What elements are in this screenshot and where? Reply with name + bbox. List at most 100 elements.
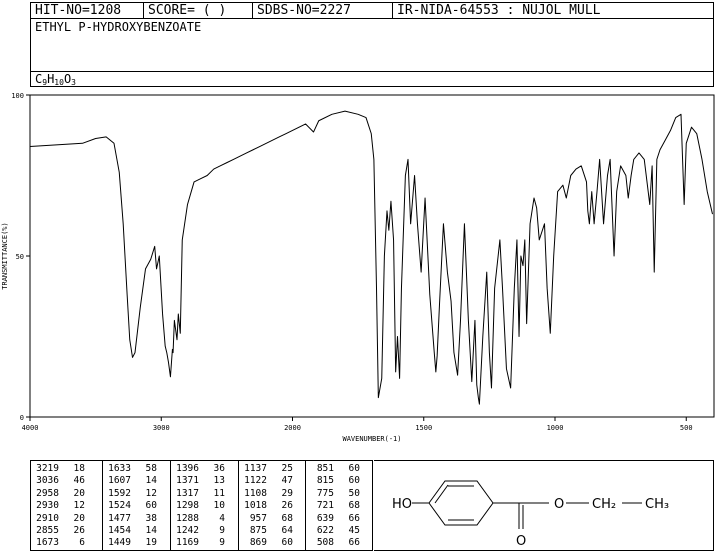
x-tick-label: 500	[680, 424, 693, 432]
peak-wavenumber: 1477	[108, 512, 131, 524]
peak-transmittance: 14	[145, 525, 157, 537]
peak-transmittance: 68	[281, 512, 293, 524]
score: SCORE= ( )	[148, 3, 227, 18]
peak-row: 1242 9	[171, 525, 238, 537]
peak-transmittance: 20	[73, 512, 85, 524]
benzene-ring	[428, 480, 494, 526]
peak-transmittance: 6	[79, 537, 85, 549]
ring-double-bond	[434, 484, 449, 504]
y-tick-label: 50	[16, 253, 24, 261]
peak-wavenumber: 1122	[244, 475, 267, 487]
peak-row: 2958 20	[31, 488, 102, 500]
peak-wavenumber: 869	[249, 537, 267, 549]
peak-column: 851 60 815 60 775 50 721 68 639 66 622 45 508 66	[306, 461, 372, 550]
peak-wavenumber: 721	[316, 500, 334, 512]
peak-row: 1169 9	[171, 537, 238, 549]
peak-wavenumber: 1288	[176, 512, 199, 524]
peak-wavenumber: 3036	[36, 475, 59, 487]
peak-row: 721 68	[306, 500, 372, 512]
peak-transmittance: 46	[73, 475, 85, 487]
peak-transmittance: 66	[348, 537, 360, 549]
peak-row: 1633 58	[103, 463, 170, 475]
peak-transmittance: 60	[348, 463, 360, 474]
peak-row: 1592 12	[103, 488, 170, 500]
peak-wavenumber: 1317	[176, 487, 199, 499]
peak-wavenumber: 957	[249, 512, 267, 524]
peak-row: 851 60	[306, 463, 372, 475]
peak-transmittance: 60	[281, 537, 293, 549]
peak-transmittance: 26	[73, 525, 85, 537]
peak-transmittance: 50	[348, 487, 360, 499]
peak-wavenumber: 639	[316, 512, 334, 524]
peak-transmittance: 29	[281, 487, 293, 499]
peak-transmittance: 11	[213, 487, 225, 499]
peak-column: 3219 18 3036 46 2958 20 2930 12 2910 20 2855 26 1673…	[31, 461, 103, 550]
peak-row: 1108 29	[239, 488, 305, 500]
peak-wavenumber: 1242	[176, 525, 199, 537]
header-panel: HIT-NO=1208 SCORE= ( ) SDBS-NO=2227 IR-N…	[30, 2, 714, 87]
peak-transmittance: 64	[281, 525, 293, 537]
peak-transmittance: 4	[219, 512, 225, 524]
peak-transmittance: 19	[145, 537, 157, 549]
peak-row: 1673 6	[31, 537, 102, 549]
peak-transmittance: 12	[73, 500, 85, 512]
peak-row: 1607 14	[103, 475, 170, 487]
peak-row: 3036 46	[31, 475, 102, 487]
methylene-label: CH₂	[592, 497, 616, 512]
compound-row: ETHYL P-HYDROXYBENZOATE	[30, 18, 714, 71]
peak-wavenumber: 815	[316, 475, 334, 487]
structure-panel: HO O O CH₂ CH₃	[374, 460, 714, 551]
ir-identifier: IR-NIDA-64553 : NUJOL MULL	[397, 3, 601, 18]
peak-transmittance: 9	[219, 537, 225, 549]
peak-transmittance: 38	[145, 512, 157, 524]
peak-row: 2930 12	[31, 500, 102, 512]
x-tick-label: 2000	[284, 424, 301, 432]
peak-row: 508 66	[306, 537, 372, 549]
peak-transmittance: 10	[213, 500, 225, 512]
peak-table: 3219 18 3036 46 2958 20 2930 12 2910 20 2855 26 1673…	[30, 460, 373, 551]
peak-row: 1454 14	[103, 525, 170, 537]
x-tick-label: 1000	[547, 424, 564, 432]
hydroxyl-label: HO	[392, 497, 412, 512]
peak-row: 869 60	[239, 537, 305, 549]
peak-row: 1298 10	[171, 500, 238, 512]
peak-transmittance: 14	[145, 475, 157, 487]
peak-row: 622 45	[306, 525, 372, 537]
peak-wavenumber: 851	[316, 463, 334, 474]
peak-wavenumber: 1169	[176, 537, 199, 549]
peak-wavenumber: 1298	[176, 500, 199, 512]
y-tick-label: 100	[11, 92, 24, 100]
peak-wavenumber: 775	[316, 487, 334, 499]
peak-column: 1633 58 1607 14 1592 12 1524 60 1477 38 1454 14 1449…	[103, 461, 171, 550]
peak-wavenumber: 1673	[36, 537, 59, 549]
hit-number: HIT-NO=1208	[35, 3, 122, 18]
y-axis-label: TRANSMITTANCE(%)	[1, 222, 9, 289]
peak-transmittance: 26	[281, 500, 293, 512]
peak-transmittance: 9	[219, 525, 225, 537]
peak-wavenumber: 1449	[108, 537, 131, 549]
peak-transmittance: 36	[213, 463, 225, 474]
peak-wavenumber: 2958	[36, 487, 59, 499]
peak-transmittance: 12	[145, 487, 157, 499]
peak-wavenumber: 1633	[108, 463, 131, 474]
peak-wavenumber: 1524	[108, 500, 131, 512]
peak-row: 1524 60	[103, 500, 170, 512]
ir-spectrum-chart: 4000 3000 2000 1500 1000 500 0 50 100 WAVENUMBER(…	[1, 92, 715, 443]
peak-transmittance: 60	[145, 500, 157, 512]
peak-wavenumber: 1592	[108, 487, 131, 499]
peak-row: 1288 4	[171, 513, 238, 525]
peak-transmittance: 66	[348, 512, 360, 524]
peak-row: 1137 25	[239, 463, 305, 475]
peak-row: 1122 47	[239, 475, 305, 487]
peak-wavenumber: 1137	[244, 463, 267, 474]
peak-row: 3219 18	[31, 463, 102, 475]
peak-transmittance: 58	[145, 463, 157, 474]
peak-column: 1396 36 1371 13 1317 11 1298 10 1288 4 1242 9 1169 9	[171, 461, 239, 550]
peak-transmittance: 20	[73, 487, 85, 499]
peak-transmittance: 13	[213, 475, 225, 487]
sdbs-number: SDBS-NO=2227	[257, 3, 351, 18]
peak-row: 1477 38	[103, 513, 170, 525]
x-tick-label: 4000	[22, 424, 39, 432]
peak-column: 1137 25 1122 47 1108 29 1018 26 957 68 875 64 869 60	[239, 461, 306, 550]
peak-row: 815 60	[306, 475, 372, 487]
